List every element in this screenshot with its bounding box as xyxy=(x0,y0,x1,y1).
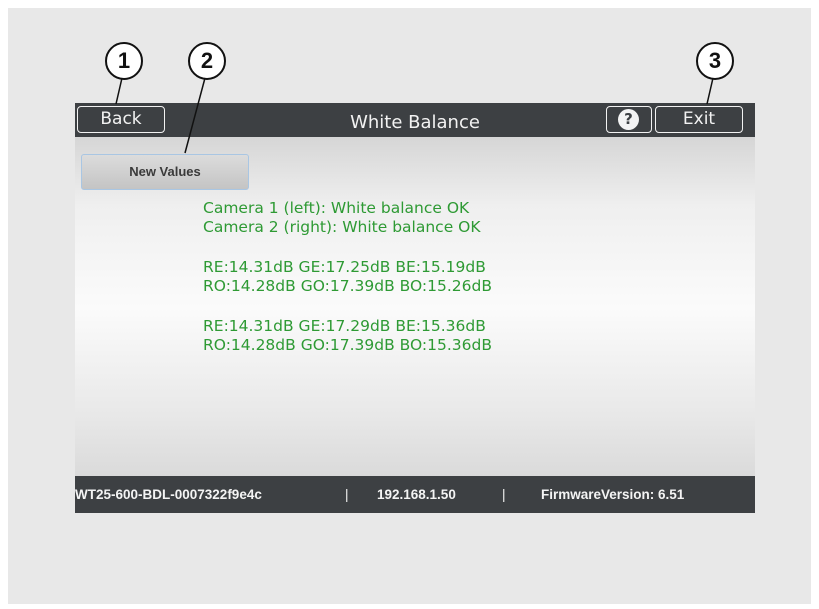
leader-line-1 xyxy=(115,77,123,105)
leader-line-3 xyxy=(706,77,714,105)
leader-line-2 xyxy=(184,77,206,154)
callout-leader-lines xyxy=(115,77,714,154)
